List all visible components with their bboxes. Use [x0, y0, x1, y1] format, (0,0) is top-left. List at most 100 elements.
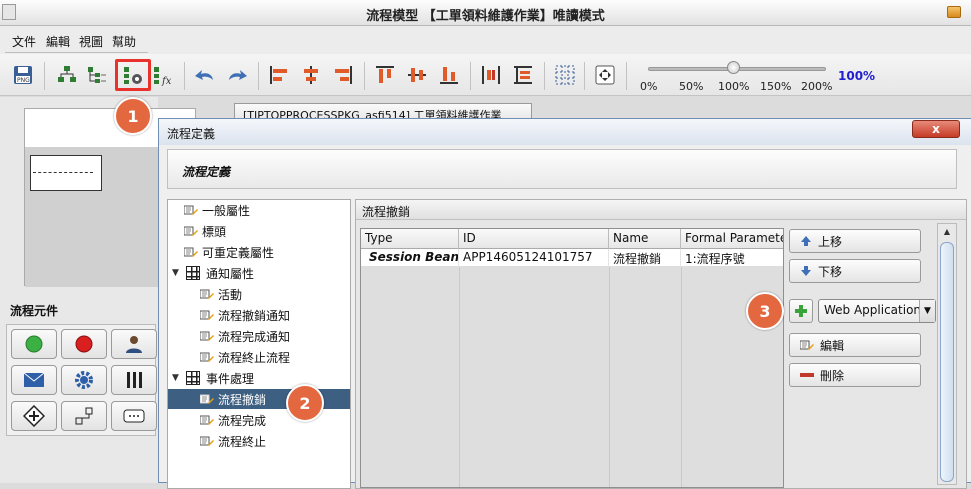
align-middle-button[interactable] — [404, 62, 430, 88]
delete-button[interactable]: 刪除 — [789, 363, 921, 387]
property-icon — [199, 393, 214, 405]
zoom-tick: 100% — [718, 80, 750, 93]
flow-button[interactable] — [61, 401, 107, 431]
column-header-type[interactable]: Type — [361, 229, 459, 249]
toolbar-separator — [544, 62, 545, 90]
column-header-name[interactable]: Name — [609, 229, 681, 249]
scroll-up-arrow-icon[interactable]: ▲ — [938, 224, 956, 240]
move-down-label: 下移 — [818, 264, 843, 279]
mail-task-button[interactable] — [11, 365, 57, 395]
undo-button[interactable] — [192, 62, 218, 88]
property-icon — [183, 246, 198, 258]
property-icon — [199, 435, 214, 447]
tree-item[interactable]: 一般屬性 — [168, 200, 350, 220]
align-top-button[interactable] — [372, 62, 398, 88]
settings-highlight-box — [115, 59, 151, 91]
plus-icon — [795, 305, 807, 317]
column-header-id[interactable]: ID — [459, 229, 609, 249]
align-center-icon — [304, 66, 318, 84]
property-icon — [199, 330, 214, 342]
fit-screen-button[interactable] — [592, 62, 618, 88]
parallel-button[interactable] — [111, 365, 157, 395]
move-down-button[interactable]: 下移 — [789, 259, 921, 283]
event-table: Type ID Name Formal Paramete Session Bea… — [360, 228, 784, 488]
align-right-button[interactable] — [330, 62, 356, 88]
list-layout-button[interactable] — [84, 62, 110, 88]
event-panel-title: 流程撤銷 — [362, 205, 411, 219]
add-button[interactable] — [789, 299, 813, 323]
tree-item[interactable]: 活動 — [168, 284, 350, 304]
gateway-button[interactable] — [11, 401, 57, 431]
end-event-button[interactable] — [61, 329, 107, 359]
tree-folder[interactable]: ▼ 通知屬性 — [168, 263, 350, 283]
overview-viewport[interactable] — [30, 155, 102, 191]
table-row[interactable]: Session Bean APP14605124101757 流程撤銷 1:流程… — [361, 249, 783, 267]
tree-item[interactable]: 流程撤銷通知 — [168, 305, 350, 325]
tree-item-label: 流程終止流程 — [218, 350, 291, 365]
menu-help[interactable]: 幫助 — [112, 33, 136, 50]
table-icon — [186, 266, 200, 280]
distribute-v-icon — [514, 66, 532, 84]
palette — [6, 324, 157, 436]
app-type-select[interactable]: Web Application ▼ — [818, 299, 936, 323]
menu-edit[interactable]: 編輯 — [46, 33, 70, 50]
tree-item-label: 一般屬性 — [202, 203, 251, 218]
column-divider — [681, 267, 682, 487]
service-task-button[interactable] — [61, 365, 107, 395]
toolbar-separator — [44, 62, 45, 90]
dialog-close-button[interactable]: x — [912, 120, 960, 138]
minimize-button[interactable] — [947, 6, 961, 18]
palette-title: 流程元件 — [10, 304, 59, 318]
vertical-scrollbar[interactable]: ▲ — [937, 223, 957, 485]
align-bottom-button[interactable] — [436, 62, 462, 88]
tree-item[interactable]: 流程完成 — [168, 410, 350, 430]
tree-item-label: 標頭 — [202, 224, 227, 239]
cell-id: APP14605124101757 — [459, 249, 609, 267]
move-up-button[interactable]: 上移 — [789, 229, 921, 253]
formula-button[interactable]: fx — [150, 62, 176, 88]
expand-arrow-icon[interactable]: ▼ — [172, 268, 182, 278]
align-center-button[interactable] — [298, 62, 324, 88]
list-tree-icon — [88, 67, 106, 83]
redo-button[interactable] — [224, 62, 250, 88]
tree-item[interactable]: 流程完成通知 — [168, 326, 350, 346]
distribute-vertical-button[interactable] — [510, 62, 536, 88]
zoom-value: 100% — [838, 69, 876, 83]
tree-folder[interactable]: ▼ 事件處理 — [168, 368, 350, 388]
tree-item[interactable]: 標頭 — [168, 221, 350, 241]
end-icon — [75, 335, 93, 353]
tree-item[interactable]: 流程終止流程 — [168, 347, 350, 367]
user-task-button[interactable] — [111, 329, 157, 359]
grid-button[interactable] — [552, 62, 578, 88]
tree-item[interactable]: 可重定義屬性 — [168, 242, 350, 262]
start-event-button[interactable] — [11, 329, 57, 359]
scroll-thumb[interactable] — [940, 242, 954, 482]
distribute-horizontal-button[interactable] — [478, 62, 504, 88]
property-icon — [199, 414, 214, 426]
property-icon — [199, 309, 214, 321]
edit-button[interactable]: 編輯 — [789, 333, 921, 357]
tree-item-label: 流程撤銷通知 — [218, 308, 291, 323]
menu-file[interactable]: 文件 — [12, 33, 36, 50]
column-divider — [609, 267, 610, 487]
column-header-params[interactable]: Formal Paramete — [681, 229, 783, 249]
expand-arrow-icon[interactable]: ▼ — [172, 373, 182, 383]
tree-layout-button[interactable] — [54, 62, 80, 88]
gateway-icon — [23, 405, 45, 427]
tree-item[interactable]: 流程終止 — [168, 431, 350, 451]
export-png-button[interactable]: PNG — [10, 62, 36, 88]
align-left-button[interactable] — [266, 62, 292, 88]
chevron-down-icon[interactable]: ▼ — [919, 300, 935, 322]
toolbar-separator — [470, 62, 471, 90]
dialog-title: 流程定義 — [167, 127, 216, 141]
png-save-icon: PNG — [14, 66, 32, 84]
zoom-tick: 50% — [679, 80, 704, 93]
cell-name: 流程撤銷 — [609, 249, 681, 267]
menu-divider — [5, 52, 148, 53]
callout-3: 3 — [746, 292, 784, 330]
menu-view[interactable]: 視圖 — [79, 33, 103, 50]
cell-type: Session Bean — [361, 249, 459, 267]
script-button[interactable] — [111, 401, 157, 431]
zoom-slider-thumb[interactable] — [727, 61, 740, 74]
definition-tree: 一般屬性 標頭 可重定義屬性 ▼ 通知屬性 活動 流程撤銷通知 流程完成通知 流程… — [167, 199, 351, 489]
